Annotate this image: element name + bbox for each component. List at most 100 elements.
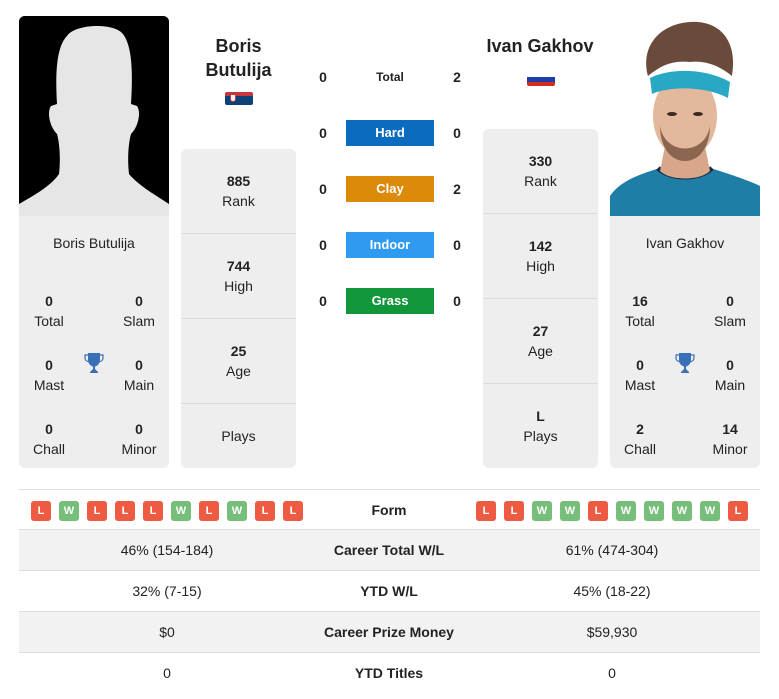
player2-high: 142 High bbox=[483, 214, 598, 299]
form-badge-loss[interactable]: L bbox=[115, 501, 135, 521]
player1-form-badges: LWLLLWLWLL bbox=[31, 501, 303, 521]
form-badge-win[interactable]: W bbox=[700, 501, 720, 521]
p2-value: 0 bbox=[453, 125, 461, 141]
p2-value: 0 bbox=[453, 237, 461, 253]
form-badge-win[interactable]: W bbox=[644, 501, 664, 521]
comparison-row-career-prize-money: $0 Career Prize Money $59,930 bbox=[19, 611, 760, 652]
comparison-row-ytd-wl: 32% (7-15) YTD W/L 45% (18-22) bbox=[19, 570, 760, 611]
player2-photo bbox=[610, 16, 760, 216]
player1-value: 32% (7-15) bbox=[132, 583, 202, 599]
form-badge-loss[interactable]: L bbox=[283, 501, 303, 521]
player2-titles-grid: 16 Total 0 Slam 0 Mast 0 Main 2 Chall 14… bbox=[610, 251, 760, 457]
label: Total bbox=[34, 313, 64, 329]
surface-badge-hard[interactable]: Hard bbox=[346, 120, 434, 146]
form-badge-loss[interactable]: L bbox=[255, 501, 275, 521]
player1-age: 25 Age bbox=[181, 319, 296, 404]
player1-profile-card: Boris Butulija 0 Total 0 Slam 0 Mast 0 M… bbox=[19, 16, 169, 468]
row-label: YTD W/L bbox=[360, 583, 418, 599]
russia-flag-icon bbox=[527, 73, 555, 86]
player1-titles-total: 0 Total bbox=[19, 291, 79, 331]
value: 0 bbox=[135, 421, 143, 437]
player1-plays: Plays bbox=[181, 404, 296, 468]
row-label: Career Prize Money bbox=[324, 624, 454, 640]
value: 0 bbox=[45, 357, 53, 373]
label: Rank bbox=[524, 173, 557, 189]
value: 142 bbox=[528, 238, 553, 254]
form-badge-loss[interactable]: L bbox=[87, 501, 107, 521]
player1-titles-mast: 0 Mast bbox=[19, 355, 79, 395]
player2-value: 45% (18-22) bbox=[573, 583, 651, 599]
value: 0 bbox=[135, 357, 143, 373]
player1-card-name: Boris Butulija bbox=[53, 235, 135, 251]
form-badge-win[interactable]: W bbox=[560, 501, 580, 521]
value: 0 bbox=[135, 293, 143, 309]
form-badge-win[interactable]: W bbox=[227, 501, 247, 521]
player1-titles-minor: 0 Minor bbox=[109, 419, 169, 459]
player1-rank: 885 Rank bbox=[181, 149, 296, 234]
label: Chall bbox=[624, 441, 656, 457]
form-badge-loss[interactable]: L bbox=[31, 501, 51, 521]
form-badge-win[interactable]: W bbox=[532, 501, 552, 521]
label: Minor bbox=[121, 441, 157, 457]
form-badge-loss[interactable]: L bbox=[143, 501, 163, 521]
form-label: Form bbox=[371, 502, 407, 518]
form-row: LWLLLWLWLL Form LLWWLWWWWL bbox=[19, 489, 760, 529]
player1-stats-card: 885 Rank 744 High 25 Age Plays bbox=[181, 149, 296, 468]
player1-titles-slam: 0 Slam bbox=[109, 291, 169, 331]
h2h-row-total: 0 Total 2 bbox=[310, 64, 470, 90]
comparison-row-career-total-wl: 46% (154-184) Career Total W/L 61% (474-… bbox=[19, 529, 760, 570]
label: Age bbox=[528, 343, 553, 359]
p1-value: 0 bbox=[319, 125, 327, 141]
p1-value: 0 bbox=[319, 293, 327, 309]
player2-name-heading[interactable]: Ivan Gakhov bbox=[470, 34, 610, 58]
p2-value: 2 bbox=[453, 69, 461, 85]
value: 885 bbox=[226, 173, 251, 189]
form-badge-loss[interactable]: L bbox=[199, 501, 219, 521]
player1-photo bbox=[19, 16, 169, 216]
form-badge-win[interactable]: W bbox=[171, 501, 191, 521]
label: Slam bbox=[714, 313, 746, 329]
value: 0 bbox=[45, 421, 53, 437]
form-badge-loss[interactable]: L bbox=[476, 501, 496, 521]
player2-titles-minor: 14 Minor bbox=[700, 419, 760, 459]
value: 0 bbox=[726, 357, 734, 373]
player2-titles-total: 16 Total bbox=[610, 291, 670, 331]
player2-titles-main: 0 Main bbox=[700, 355, 760, 395]
label: Mast bbox=[33, 377, 65, 393]
p2-value: 2 bbox=[453, 181, 461, 197]
surface-badge-clay[interactable]: Clay bbox=[346, 176, 434, 202]
value: 744 bbox=[226, 258, 251, 274]
label: Rank bbox=[222, 193, 255, 209]
form-badge-win[interactable]: W bbox=[672, 501, 692, 521]
player2-rank: 330 Rank bbox=[483, 129, 598, 214]
label: Age bbox=[226, 363, 251, 379]
label: Main bbox=[123, 377, 155, 393]
p1-value: 0 bbox=[319, 181, 327, 197]
form-badge-loss[interactable]: L bbox=[504, 501, 524, 521]
label: Main bbox=[714, 377, 746, 393]
player1-first-name: Boris bbox=[215, 36, 262, 56]
player2-titles-chall: 2 Chall bbox=[610, 419, 670, 459]
surface-badge-grass[interactable]: Grass bbox=[346, 288, 434, 314]
player1-name-heading[interactable]: Boris Butulija bbox=[181, 34, 296, 82]
player1-titles-grid: 0 Total 0 Slam 0 Mast 0 Main 0 Chall 0 M… bbox=[19, 251, 169, 457]
surface-label: Total bbox=[376, 70, 404, 84]
trophy-icon bbox=[84, 353, 104, 373]
player-photo-icon bbox=[610, 16, 760, 216]
label: Mast bbox=[624, 377, 656, 393]
form-badge-win[interactable]: W bbox=[616, 501, 636, 521]
value: 0 bbox=[726, 293, 734, 309]
form-badge-win[interactable]: W bbox=[59, 501, 79, 521]
label: High bbox=[526, 258, 555, 274]
value: 27 bbox=[532, 323, 549, 339]
label: Plays bbox=[523, 428, 558, 444]
h2h-row-hard: 0 Hard 0 bbox=[310, 120, 470, 146]
row-label: YTD Titles bbox=[354, 665, 424, 681]
form-badge-loss[interactable]: L bbox=[728, 501, 748, 521]
surface-badge-indoor[interactable]: Indoor bbox=[346, 232, 434, 258]
h2h-row-indoor: 0 Indoor 0 bbox=[310, 232, 470, 258]
form-badge-loss[interactable]: L bbox=[588, 501, 608, 521]
player1-value: $0 bbox=[159, 624, 175, 640]
player1-titles-main: 0 Main bbox=[109, 355, 169, 395]
value: 16 bbox=[632, 293, 648, 309]
